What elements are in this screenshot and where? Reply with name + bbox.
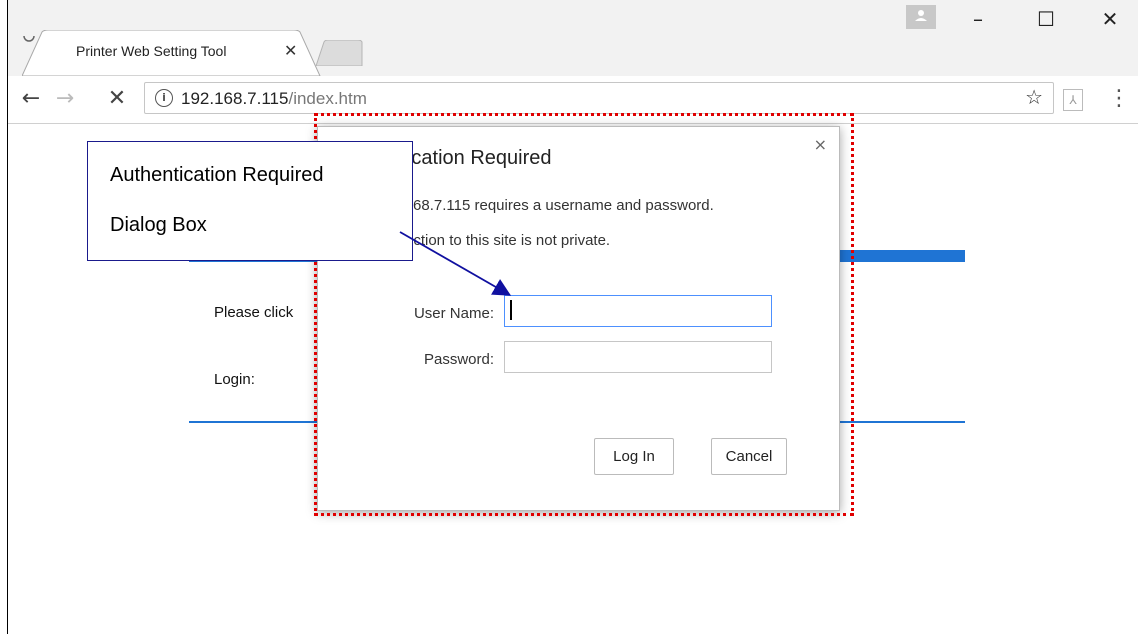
browser-window: Printer Web Setting Tool ✕ – ☐ ✕ ← → ✕ i… (7, 0, 1138, 634)
site-info-icon[interactable]: i (155, 89, 173, 107)
browser-menu-button[interactable]: ⋮ (1108, 86, 1130, 112)
user-profile-icon (915, 10, 927, 21)
new-tab-button[interactable] (314, 40, 364, 66)
loading-spinner-icon (23, 35, 35, 42)
annotation-callout: Authentication Required Dialog Box (87, 141, 413, 261)
profile-button[interactable] (906, 5, 936, 29)
login-label: Login: (214, 371, 255, 388)
cancel-button[interactable]: Cancel (711, 438, 787, 475)
password-label: Password: (423, 351, 494, 368)
maximize-button[interactable]: ☐ (1026, 6, 1066, 32)
username-label: User Name: (413, 305, 494, 322)
callout-text-line2: Dialog Box (110, 214, 207, 236)
username-input[interactable] (504, 295, 772, 327)
callout-text-line1: Authentication Required (110, 164, 324, 186)
url-path: /index.htm (288, 89, 367, 108)
text-caret (510, 300, 512, 320)
url-text: 192.168.7.115/index.htm (181, 89, 367, 109)
close-window-button[interactable]: ✕ (1090, 6, 1130, 32)
tab-printer-web-setting[interactable]: Printer Web Setting Tool ✕ (22, 30, 321, 76)
dialog-close-icon[interactable]: × (814, 135, 827, 154)
stop-loading-button[interactable]: ✕ (104, 86, 130, 112)
url-host: 192.168.7.115 (181, 89, 289, 108)
tab-close-icon[interactable]: ✕ (284, 41, 297, 61)
password-input[interactable] (504, 341, 772, 373)
log-in-button[interactable]: Log In (594, 438, 674, 475)
bookmark-star-icon[interactable]: ☆ (1025, 85, 1043, 109)
title-bar: Printer Web Setting Tool ✕ – ☐ ✕ (8, 0, 1138, 76)
pdf-extension-icon[interactable]: ⅄ (1063, 89, 1083, 111)
tab-title-fade (256, 38, 280, 64)
forward-button[interactable]: → (52, 86, 78, 112)
browser-toolbar: ← → ✕ i 192.168.7.115/index.htm ☆ ⅄ ⋮ (8, 76, 1138, 124)
address-bar[interactable]: i 192.168.7.115/index.htm ☆ (144, 82, 1054, 114)
please-click-text: Please click (214, 304, 294, 321)
tab-title: Printer Web Setting Tool (76, 43, 227, 59)
minimize-button[interactable]: – (958, 6, 998, 32)
back-button[interactable]: ← (18, 86, 44, 112)
